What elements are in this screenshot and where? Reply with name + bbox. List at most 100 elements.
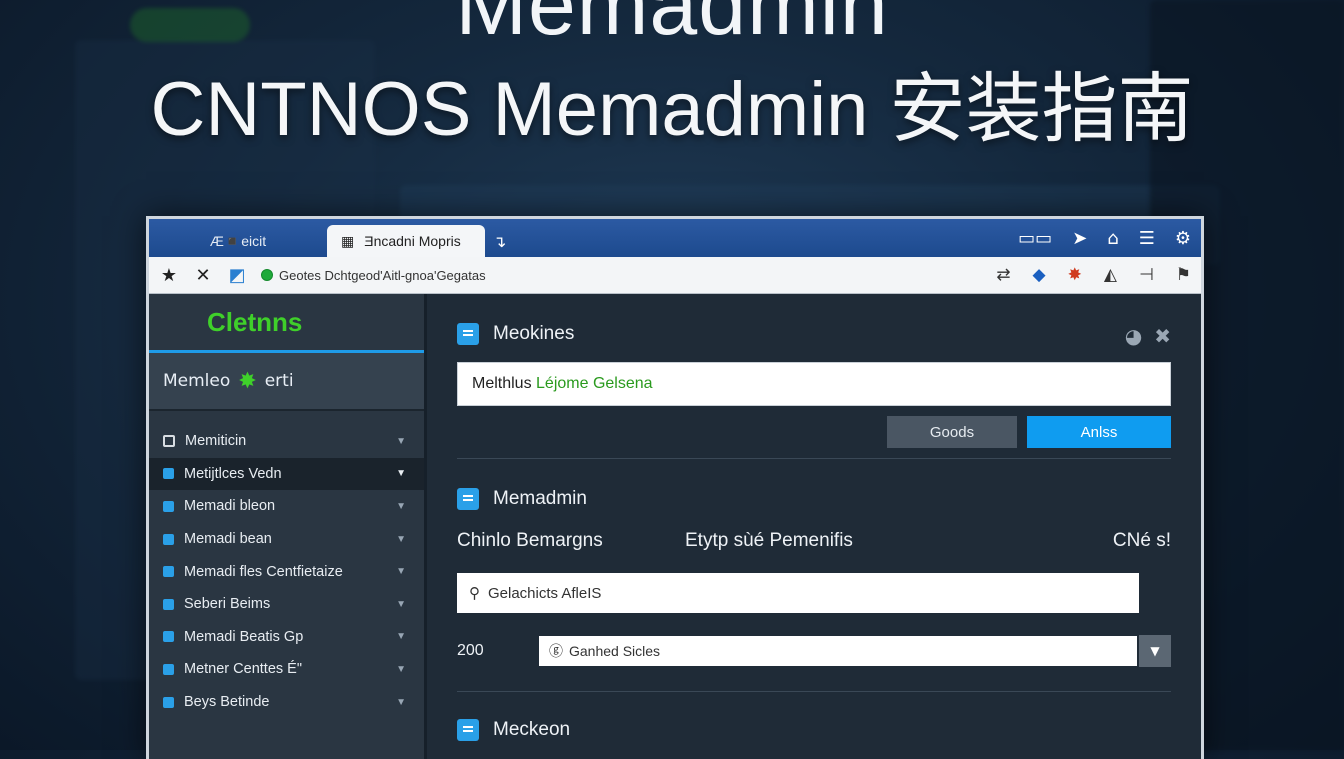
tab-label: Æ◾eicit: [209, 232, 267, 249]
sidebar-item-5[interactable]: Seberi Beims ▼: [149, 588, 424, 621]
chevron-down-icon: ▼: [396, 631, 406, 643]
search-input[interactable]: ⚲ Gelachicts AfleIS: [457, 573, 1139, 613]
section-header: Meckeon: [457, 710, 1171, 750]
sidebar-item-1[interactable]: Metijtlces Vedn ▼: [149, 457, 424, 491]
list-icon: [457, 323, 479, 345]
sidebar: Cletnns Memleo ✸ erti Memiticin ▼ Metijt…: [149, 294, 427, 759]
name-input[interactable]: Melthlus Léjome Gelsena: [457, 362, 1171, 406]
extension-dark-icon[interactable]: ◭: [1104, 265, 1117, 285]
send-icon[interactable]: ➤: [1072, 228, 1087, 249]
content-area: Cletnns Memleo ✸ erti Memiticin ▼ Metijt…: [149, 294, 1201, 759]
sidebar-item-0[interactable]: Memiticin ▼: [149, 425, 424, 458]
select-value: Ganhed Sicles: [569, 643, 661, 659]
sidebar-item-label: Metner Centtes É": [184, 661, 302, 678]
browser-window: Æ◾eicit ▦ Ǝncadni Mopris ↴ ▭▭ ➤ ⌂ ☰ ⚙ ★ …: [146, 216, 1204, 759]
list-icon: [457, 719, 479, 741]
address-bar: ★ ✕ ◩ Geotes Dchtgeod'Aitl-gnoa'Gegatas …: [149, 257, 1201, 294]
split-icon[interactable]: ⊣: [1139, 265, 1154, 285]
input-value: Léjome Gelsena: [536, 375, 653, 392]
section-header: Memadmin: [457, 479, 1171, 519]
option-select[interactable]: ⓖ Ganhed Sicles: [539, 636, 1137, 666]
new-tab-button[interactable]: ↴: [493, 225, 506, 257]
close-icon[interactable]: ✖: [1154, 324, 1171, 348]
url-field[interactable]: Geotes Dchtgeod'Aitl-gnoa'Gegatas: [261, 263, 941, 287]
sidebar-item-label: Memadi bean: [184, 531, 272, 548]
list-icon: [457, 488, 479, 510]
chevron-down-icon[interactable]: ▼: [1139, 635, 1171, 667]
field-label: Chinlo Bemargns: [457, 530, 603, 551]
user-suffix: erti: [264, 371, 294, 391]
close-icon[interactable]: ✕: [193, 265, 213, 286]
menu-square-icon: [163, 663, 174, 675]
field-labels: Chinlo Bemargns Etytp sùé Pemenifis CNé …: [457, 521, 1171, 561]
extension-icons: ⇄ ◆ ✸ ◭ ⊣ ⚑: [996, 265, 1191, 285]
tab-label: Ǝncadni Mopris: [364, 233, 461, 249]
tab-bar: Æ◾eicit ▦ Ǝncadni Mopris ↴ ▭▭ ➤ ⌂ ☰ ⚙: [149, 219, 1201, 257]
star-icon[interactable]: ★: [159, 265, 179, 286]
sidebar-item-label: Memadi Beatis Gp: [184, 628, 304, 645]
section-title: Memadmin: [493, 488, 587, 509]
divider: [457, 458, 1171, 459]
menu-square-icon: [163, 598, 174, 610]
menu-icon[interactable]: ☰: [1139, 228, 1155, 249]
bookmark-icon[interactable]: ⚑: [1176, 265, 1191, 285]
extension-blue-icon[interactable]: ◆: [1033, 265, 1046, 285]
sidebar-item-label: Memadi bleon: [184, 498, 276, 515]
menu-square-icon: [163, 566, 174, 578]
tab-memadmin[interactable]: ▦ Ǝncadni Mopris: [327, 225, 485, 257]
menu-square-icon: [163, 631, 174, 643]
sidebar-item-label: Seberi Beims: [184, 596, 271, 613]
url-text: Geotes Dchtgeod'Aitl-gnoa'Gegatas: [279, 267, 486, 283]
chevron-down-icon: ▼: [396, 500, 406, 512]
user-label: Memleo: [163, 371, 231, 391]
sidebar-item-8[interactable]: Beys Betinde ▼: [149, 686, 424, 719]
pin-icon[interactable]: ◩: [227, 265, 247, 286]
sidebar-item-label: Memadi fles Centfietaize: [184, 563, 343, 580]
hero-title: CNTNOS Memadmin 安装指南: [150, 67, 1194, 152]
input-prefix: Melthlus: [472, 375, 532, 392]
panel-controls: ◕ ✖: [1125, 324, 1171, 348]
chevron-down-icon: ▼: [396, 663, 406, 675]
sidebar-item-label: Beys Betinde: [184, 694, 270, 711]
secure-icon: [261, 269, 273, 281]
grid-icon[interactable]: ▭▭: [1018, 228, 1052, 249]
field-label: Etytp sùé Pemenifis: [685, 530, 853, 551]
chevron-down-icon: ▼: [396, 598, 406, 610]
secondary-button[interactable]: Goods: [887, 416, 1017, 448]
primary-button[interactable]: Anlss: [1027, 416, 1171, 448]
chevron-down-icon: ▼: [396, 566, 406, 578]
tab-home[interactable]: Æ◾eicit: [149, 225, 327, 257]
sidebar-menu: Memiticin ▼ Metijtlces Vedn ▼ Memadi ble…: [149, 411, 424, 718]
search-value: Gelachicts AfleIS: [488, 584, 602, 602]
chevron-down-icon: ▼: [396, 533, 406, 545]
count-value: 200: [457, 642, 484, 659]
star-burst-icon: ✸: [238, 368, 257, 394]
sidebar-item-4[interactable]: Memadi fles Centfietaize ▼: [149, 555, 424, 588]
extension-red-icon[interactable]: ✸: [1068, 265, 1082, 285]
sidebar-item-6[interactable]: Memadi Beatis Gp ▼: [149, 621, 424, 654]
window-tools: ▭▭ ➤ ⌂ ☰ ⚙: [1018, 219, 1191, 257]
user-row[interactable]: Memleo ✸ erti: [149, 353, 424, 411]
gear-icon[interactable]: ⚙: [1175, 228, 1191, 249]
help-icon[interactable]: ◕: [1125, 324, 1142, 348]
menu-square-icon: [163, 435, 175, 448]
chevron-down-icon: ▼: [396, 435, 406, 447]
sidebar-item-7[interactable]: Metner Centtes É" ▼: [149, 653, 424, 686]
chevron-down-icon: ▼: [396, 468, 406, 480]
sidebar-item-label: Memiticin: [185, 433, 247, 450]
divider: [457, 691, 1171, 692]
menu-square-icon: [163, 533, 174, 545]
sidebar-item-2[interactable]: Memadi bleon ▼: [149, 490, 424, 523]
sidebar-item-3[interactable]: Memadi bean ▼: [149, 523, 424, 556]
hero-top-text: Memadmin: [455, 0, 889, 53]
home-icon[interactable]: ⌂: [1107, 228, 1118, 249]
sidebar-item-label: Metijtlces Vedn: [184, 465, 282, 482]
select-row: 200 ⓖ Ganhed Sicles ▼: [457, 635, 1171, 667]
brand-logo: Cletnns: [149, 294, 424, 353]
section-header: Meokines: [457, 314, 1171, 354]
page-icon: ▦: [341, 232, 355, 249]
select-icon: ⓖ: [549, 643, 563, 659]
menu-square-icon: [163, 500, 174, 512]
share-icon[interactable]: ⇄: [996, 265, 1010, 285]
chevron-down-icon: ▼: [396, 696, 406, 708]
